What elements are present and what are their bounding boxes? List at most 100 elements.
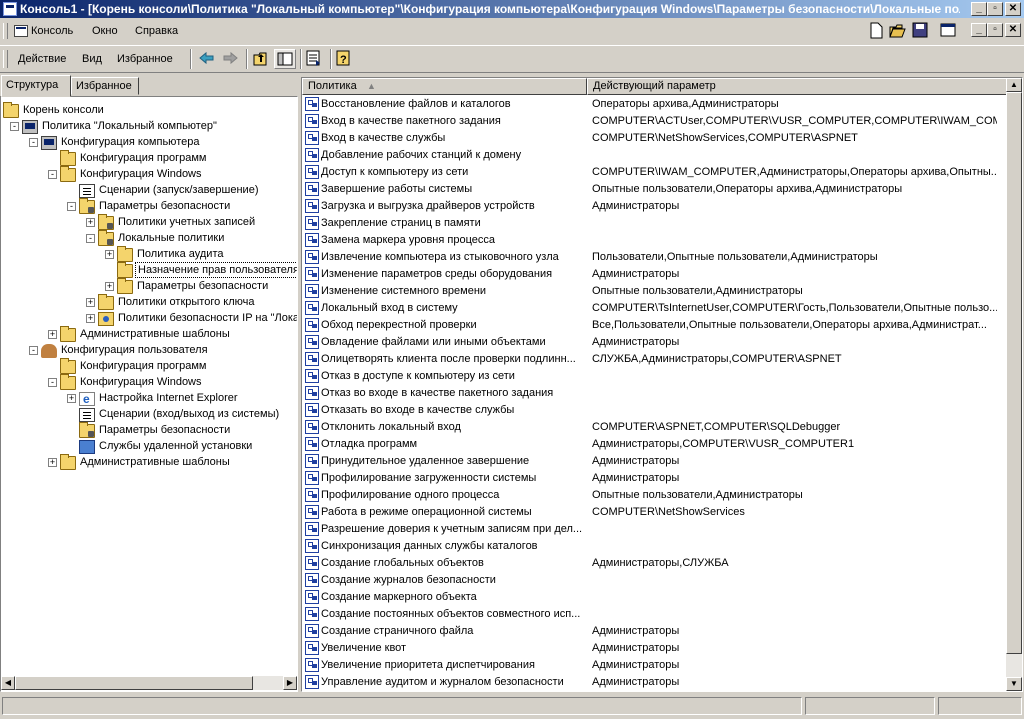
policy-row[interactable]: Увеличение приоритета диспетчирования Адм… [302, 657, 1007, 674]
scroll-thumb[interactable] [1006, 92, 1022, 654]
menu-action[interactable]: Действие [18, 53, 66, 65]
policy-row[interactable]: Отказ в доступе к компьютеру из сети [302, 368, 1007, 385]
tree-item[interactable]: + Политика аудита [1, 246, 297, 262]
tree-item[interactable]: Назначение прав пользователя [1, 262, 297, 278]
policy-row[interactable]: Изменение параметров среды оборудования А… [302, 266, 1007, 283]
menu-view[interactable]: Вид [82, 53, 102, 65]
tree-item[interactable]: Корень консоли [1, 102, 297, 118]
tree-item[interactable]: Сценарии (вход/выход из системы) [1, 406, 297, 422]
tree-item[interactable]: + Политики безопасности IP на "Лока [1, 310, 297, 326]
open-folder-icon[interactable] [888, 21, 910, 41]
expand-icon[interactable]: + [86, 218, 95, 227]
collapse-icon[interactable]: - [10, 122, 19, 131]
tree-horizontal-scrollbar[interactable]: ◀ ▶ [1, 676, 297, 690]
policy-row[interactable]: Работа в режиме операционной системы COMP… [302, 504, 1007, 521]
menu-window[interactable]: Окно [90, 24, 120, 38]
policy-row[interactable]: Олицетворять клиента после проверки подл… [302, 351, 1007, 368]
column-header-policy[interactable]: Политика ▲ [302, 78, 587, 95]
minimize-button[interactable]: _ [971, 2, 987, 16]
collapse-icon[interactable]: - [67, 202, 76, 211]
policy-row[interactable]: Управление аудитом и журналом безопаснос… [302, 674, 1007, 691]
policy-list-pane[interactable]: Политика ▲ Действующий параметр Восстано… [301, 77, 1023, 692]
tree-item[interactable]: - Конфигурация Windows [1, 166, 297, 182]
collapse-icon[interactable]: - [29, 138, 38, 147]
policy-row[interactable]: Создание глобальных объектов Администрато… [302, 555, 1007, 572]
policy-row[interactable]: Профилирование загруженности системы Адми… [302, 470, 1007, 487]
tree-item[interactable]: + Настройка Internet Explorer [1, 390, 297, 407]
tree-item[interactable]: - Конфигурация компьютера [1, 134, 297, 150]
collapse-icon[interactable]: - [29, 346, 38, 355]
console-app-icon[interactable] [3, 2, 17, 16]
tree-item[interactable]: + Административные шаблоны [1, 454, 297, 470]
show-tree-icon[interactable] [274, 49, 296, 69]
tab-structure[interactable]: Структура [1, 75, 71, 97]
policy-row[interactable]: Синхронизация данных службы каталогов [302, 538, 1007, 555]
close-button[interactable]: ✕ [1005, 2, 1021, 16]
expand-icon[interactable]: + [86, 314, 95, 323]
policy-row[interactable]: Доступ к компьютеру из сети COMPUTER\IWAM… [302, 164, 1007, 181]
policy-row[interactable]: Профилирование одного процесса Опытные по… [302, 487, 1007, 504]
policy-row[interactable]: Принудительное удаленное завершение Админ… [302, 453, 1007, 470]
tree-item[interactable]: + Политики учетных записей [1, 214, 297, 230]
policy-row[interactable]: Восстановление файлов и каталогов Операто… [302, 96, 1007, 113]
policy-row[interactable]: Отказать во входе в качестве службы [302, 402, 1007, 419]
policy-row[interactable]: Вход в качестве службы COMPUTER\NetShowSe… [302, 130, 1007, 147]
expand-icon[interactable]: + [105, 282, 114, 291]
menu-favorites[interactable]: Избранное [117, 53, 173, 65]
policy-row[interactable]: Добавление рабочих станций к домену [302, 147, 1007, 164]
expand-icon[interactable]: + [48, 330, 57, 339]
scroll-right-icon[interactable]: ▶ [283, 676, 297, 690]
tab-favorites[interactable]: Избранное [71, 77, 139, 95]
tree-item[interactable]: - Локальные политики [1, 230, 297, 246]
window-list-icon[interactable] [938, 21, 960, 41]
policy-row[interactable]: Изменение системного времени Опытные поль… [302, 283, 1007, 300]
new-document-icon[interactable] [866, 21, 888, 41]
policy-row[interactable]: Создание журналов безопасности [302, 572, 1007, 589]
tree-item[interactable]: + Политики открытого ключа [1, 294, 297, 310]
forward-arrow-icon[interactable] [220, 49, 242, 69]
policy-row[interactable]: Локальный вход в систему COMPUTER\TsInter… [302, 300, 1007, 317]
policy-row[interactable]: Овладение файлами или иными объектами Адм… [302, 334, 1007, 351]
maximize-button[interactable]: ▫ [987, 2, 1003, 16]
policy-row[interactable]: Загрузка и выгрузка драйверов устройств А… [302, 198, 1007, 215]
policy-row[interactable]: Создание постоянных объектов совместного… [302, 606, 1007, 623]
policy-row[interactable]: Отладка программ Администраторы,COMPUTER\… [302, 436, 1007, 453]
policy-row[interactable]: Отклонить локальный вход COMPUTER\ASPNET,… [302, 419, 1007, 436]
policy-row[interactable]: Завершение работы системы Опытные пользов… [302, 181, 1007, 198]
up-level-icon[interactable] [251, 49, 273, 69]
child-close-button[interactable]: ✕ [1005, 23, 1021, 37]
policy-row[interactable]: Разрешение доверия к учетным записям при… [302, 521, 1007, 538]
policy-row[interactable]: Закрепление страниц в памяти [302, 215, 1007, 232]
tree-item[interactable]: - Конфигурация пользователя [1, 342, 297, 358]
child-restore-button[interactable]: ▫ [987, 23, 1003, 37]
save-icon[interactable] [910, 21, 932, 41]
collapse-icon[interactable]: - [48, 170, 57, 179]
column-header-value[interactable]: Действующий параметр [587, 78, 1007, 95]
scroll-thumb[interactable] [15, 676, 253, 690]
policy-row[interactable]: Вход в качестве пакетного задания COMPUTE… [302, 113, 1007, 130]
tree-item[interactable]: Службы удаленной установки [1, 438, 297, 454]
expand-icon[interactable]: + [105, 250, 114, 259]
menu-help[interactable]: Справка [133, 24, 180, 38]
tree-pane[interactable]: Корень консоли - Политика "Локальный компь… [0, 96, 298, 692]
policy-row[interactable]: Увеличение квот Администраторы [302, 640, 1007, 657]
tree-item[interactable]: + Параметры безопасности [1, 278, 297, 294]
export-list-icon[interactable] [304, 49, 326, 69]
scroll-left-icon[interactable]: ◀ [1, 676, 15, 690]
scroll-down-icon[interactable]: ▼ [1006, 677, 1022, 691]
policy-row[interactable]: Замена маркера уровня процесса [302, 232, 1007, 249]
policy-row[interactable]: Извлечение компьютера из стыковочного уз… [302, 249, 1007, 266]
collapse-icon[interactable]: - [48, 378, 57, 387]
tree-item[interactable]: Параметры безопасности [1, 422, 297, 438]
tree-item[interactable]: Сценарии (запуск/завершение) [1, 182, 297, 198]
policy-row[interactable]: Создание маркерного объекта [302, 589, 1007, 606]
expand-icon[interactable]: + [48, 458, 57, 467]
tree-item[interactable]: Конфигурация программ [1, 150, 297, 166]
tree-item[interactable]: - Параметры безопасности [1, 198, 297, 214]
expand-icon[interactable]: + [67, 394, 76, 403]
tree-item[interactable]: - Политика "Локальный компьютер" [1, 118, 297, 134]
policy-row[interactable]: Создание страничного файла Администраторы [302, 623, 1007, 640]
tree-item[interactable]: + Административные шаблоны [1, 326, 297, 342]
toolbar-grip[interactable] [3, 50, 8, 68]
policy-row[interactable]: Отказ во входе в качестве пакетного зада… [302, 385, 1007, 402]
